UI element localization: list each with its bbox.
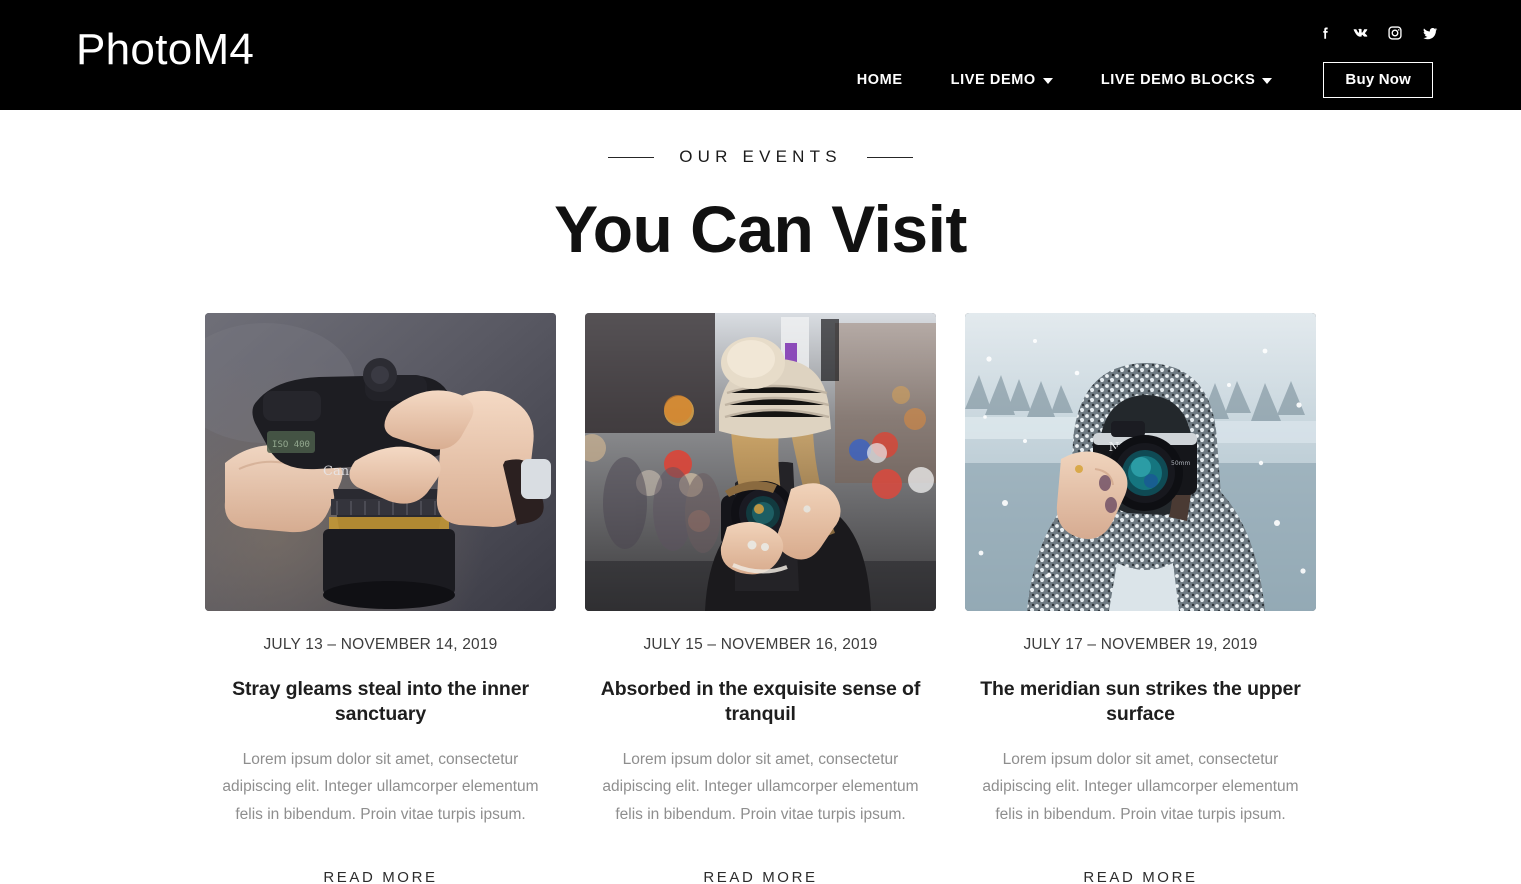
event-date: JULY 15 – NOVEMBER 16, 2019: [643, 636, 878, 654]
event-card: Nikon 50mm: [965, 313, 1316, 884]
event-image-graphic: Nikon 50mm: [965, 313, 1316, 612]
event-date: JULY 13 – NOVEMBER 14, 2019: [263, 636, 498, 654]
vk-icon[interactable]: [1351, 24, 1369, 42]
event-description: Lorem ipsum dolor sit amet, consectetur …: [222, 751, 539, 823]
event-description: Lorem ipsum dolor sit amet, consectetur …: [602, 751, 919, 823]
page-title: You Can Visit: [554, 192, 967, 266]
event-image-graphic: ISO 400 Canon EOS 5D: [205, 313, 556, 612]
nav-item-label: HOME: [856, 72, 903, 88]
nav-item-live-demo-blocks[interactable]: LIVE DEMO BLOCKS: [1077, 72, 1297, 88]
nav-item-label: LIVE DEMO BLOCKS: [1100, 72, 1256, 88]
site-logo[interactable]: PhotoM4: [76, 25, 254, 74]
event-image-canon-dslr[interactable]: ISO 400 Canon EOS 5D: [205, 313, 556, 612]
event-card: Canon JULY 15 – NOVEMBER 16, 2019 Absorb…: [585, 313, 936, 884]
chevron-down-icon: [1042, 78, 1053, 84]
eyebrow-rule-left: [608, 156, 655, 158]
event-title[interactable]: The meridian sun strikes the upper surfa…: [965, 677, 1316, 727]
facebook-icon[interactable]: [1316, 24, 1334, 42]
site-header: PhotoM4 HOME LIVE DEMO LIVE DEMO BLOCKS …: [0, 0, 1521, 110]
event-title[interactable]: Stray gleams steal into the inner sanctu…: [205, 677, 556, 727]
nav-item-live-demo[interactable]: LIVE DEMO: [927, 72, 1077, 88]
read-more-link[interactable]: READ MORE: [1083, 869, 1197, 884]
chevron-down-icon: [1262, 78, 1273, 84]
eyebrow-label: OUR EVENTS: [679, 147, 842, 166]
main-navigation: HOME LIVE DEMO LIVE DEMO BLOCKS Buy Now: [833, 62, 1433, 98]
social-links: [1316, 24, 1439, 42]
read-more-link[interactable]: READ MORE: [323, 869, 437, 884]
events-card-grid: ISO 400 Canon EOS 5D: [0, 313, 1521, 884]
event-date: JULY 17 – NOVEMBER 19, 2019: [1023, 636, 1258, 654]
event-image-snow-photographer[interactable]: Nikon 50mm: [965, 313, 1316, 612]
nav-item-label: LIVE DEMO: [950, 72, 1036, 88]
twitter-icon[interactable]: [1421, 24, 1439, 42]
section-eyebrow: OUR EVENTS: [0, 147, 1521, 167]
buy-now-button[interactable]: Buy Now: [1323, 62, 1433, 98]
svg-text:50mm: 50mm: [1171, 460, 1190, 467]
eyebrow-rule-right: [866, 156, 913, 158]
event-image-graphic: Canon: [585, 313, 936, 612]
svg-text:ISO 400: ISO 400: [272, 440, 310, 450]
read-more-link[interactable]: READ MORE: [703, 869, 817, 884]
event-image-street-photographer[interactable]: Canon: [585, 313, 936, 612]
event-description: Lorem ipsum dolor sit amet, consectetur …: [982, 751, 1299, 823]
events-section: OUR EVENTS You Can Visit ISO 400 Canon J…: [0, 147, 1521, 884]
event-card: ISO 400 Canon EOS 5D: [205, 313, 556, 884]
instagram-icon[interactable]: [1386, 24, 1404, 42]
nav-item-home[interactable]: HOME: [833, 72, 927, 88]
event-title[interactable]: Absorbed in the exquisite sense of tranq…: [585, 677, 936, 727]
